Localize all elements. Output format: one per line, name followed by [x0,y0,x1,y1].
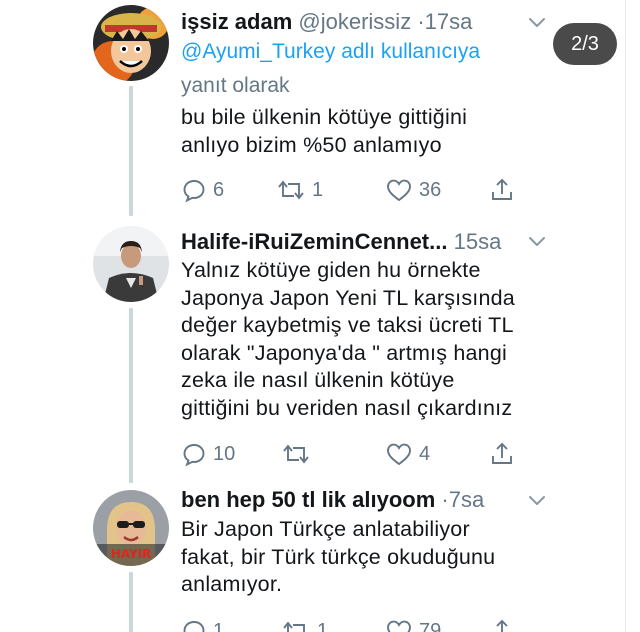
retweet-count: 1 [317,619,329,632]
like-count: 4 [419,442,431,465]
reply-bubble-icon [183,180,205,203]
like-button[interactable]: 79 [385,616,441,632]
reply-context-suffix: yanıt olarak [181,74,290,97]
anime-avatar-image [93,5,169,81]
retweet-icon [283,444,309,464]
retweet-icon [283,621,305,632]
like-count: 79 [419,619,442,632]
display-name[interactable]: Halife-iRuiZeminCennet... [181,229,447,254]
tweet-header: işsiz adam @jokerissiz ·17sa [181,8,556,36]
user-handle[interactable]: @jokerissiz [298,9,411,34]
tweet-text: bu bile ülkenin kötüye gittiğini anlıyo … [181,105,468,157]
reply-button[interactable]: 10 [181,439,235,469]
share-icon [492,178,512,200]
page-indicator-badge: 2/3 [553,23,617,65]
thread-connector [129,572,133,632]
share-button[interactable] [489,175,515,205]
retweet-button[interactable] [281,439,317,469]
separator-dot: · [441,487,449,512]
display-name[interactable]: işsiz adam [181,9,292,34]
avatar-halife[interactable] [93,226,169,302]
tweet-actions: 10 4 [181,439,541,469]
heart-icon [387,179,411,202]
tweet-text: Bir Japon Türkçe anlatabiliyor fakat, bi… [181,517,496,597]
chevron-down-icon[interactable] [526,11,548,33]
like-button[interactable]: 4 [385,439,430,469]
retweet-count: 1 [312,178,324,201]
retweet-button[interactable]: 1 [281,616,328,632]
chevron-down-icon[interactable] [526,230,548,252]
reply-context: @Ayumi_Turkey adlı kullanıcıya [181,38,480,65]
tweet-thread: işsiz adam @jokerissiz ·17sa @Ayumi_Turk… [0,0,626,632]
reply-bubble-icon [183,621,205,632]
avatar-ben-hep-50[interactable]: HAYIR [93,490,169,566]
share-button[interactable] [489,616,515,632]
reply-count: 1 [213,619,225,632]
tweet-actions: 6 1 36 [181,175,541,205]
timestamp[interactable]: 17sa [425,9,473,34]
avatar-issiz-adam[interactable] [93,5,169,81]
reply-count: 10 [213,442,236,465]
display-name[interactable]: ben hep 50 tl lik alıyoom [181,487,435,512]
like-count: 36 [419,178,442,201]
heart-icon [387,620,411,632]
retweet-button[interactable]: 1 [276,175,323,205]
reply-button[interactable]: 6 [181,175,224,205]
separator-dot: · [417,9,425,34]
share-icon [496,619,508,632]
tweet-header: ben hep 50 tl lik alıyoom ·7sa [181,486,556,514]
heart-icon [387,443,411,466]
timestamp[interactable]: 7sa [449,487,484,512]
person-avatar-image [93,226,169,302]
thread-connector [129,308,133,483]
reply-button[interactable]: 1 [181,616,224,632]
retweet-icon [278,180,304,200]
thread-connector [129,86,133,216]
like-button[interactable]: 36 [385,175,441,205]
share-button[interactable] [489,439,515,469]
timestamp[interactable]: 15sa [454,229,502,254]
reply-mention-link[interactable]: @Ayumi_Turkey adlı kullanıcıya [181,40,480,63]
reply-bubble-icon [183,444,205,467]
tweet-actions: 1 1 79 [181,616,541,632]
share-icon [492,442,512,464]
reply-count: 6 [213,178,225,201]
tweet-text: Yalnız kötüye giden hu örnekte Japonya J… [181,258,515,420]
avatar-overlay-text: HAYIR [111,547,152,561]
tweet-header: Halife-iRuiZeminCennet... 15sa [181,228,556,256]
chevron-down-icon[interactable] [526,489,548,511]
woman-avatar-image: HAYIR [93,490,169,566]
